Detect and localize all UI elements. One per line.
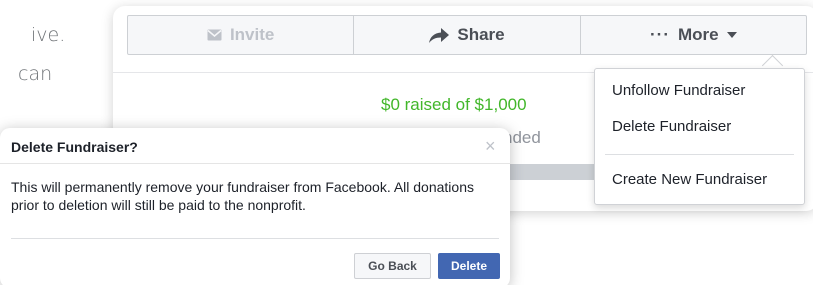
menu-separator xyxy=(605,154,794,155)
share-arrow-icon xyxy=(429,27,450,43)
invite-label: Invite xyxy=(229,25,275,44)
dialog-body-text: This will permanently remove your fundra… xyxy=(11,179,474,213)
dialog-title: Delete Fundraiser? xyxy=(11,139,138,155)
envelope-icon xyxy=(207,29,222,41)
amount-raised-text: $0 raised of $1,000 xyxy=(381,95,527,114)
close-icon[interactable]: × xyxy=(485,136,496,156)
more-button[interactable]: ··· More xyxy=(581,16,806,54)
dialog-header-divider xyxy=(0,163,510,164)
more-dropdown-menu: Unfollow Fundraiser Delete Fundraiser Cr… xyxy=(594,68,805,205)
share-label: Share xyxy=(457,25,505,44)
share-button[interactable]: Share xyxy=(354,16,581,54)
caret-down-icon xyxy=(726,32,737,38)
background-text-line-1: ive. xyxy=(31,24,66,46)
dialog-footer-divider xyxy=(11,238,499,239)
more-label: More xyxy=(678,25,719,44)
menu-item-unfollow-fundraiser[interactable]: Unfollow Fundraiser xyxy=(612,82,745,99)
delete-button[interactable]: Delete xyxy=(438,253,500,279)
menu-item-delete-fundraiser[interactable]: Delete Fundraiser xyxy=(612,118,731,135)
more-dots-icon: ··· xyxy=(650,25,670,44)
invite-button[interactable]: Invite xyxy=(128,16,355,54)
delete-fundraiser-dialog: Delete Fundraiser? × This will permanent… xyxy=(0,128,510,285)
screenshot-stage: ive. can lete Invite Share xyxy=(0,0,813,285)
go-back-button[interactable]: Go Back xyxy=(354,253,431,279)
fundraiser-action-bar: Invite Share ··· More xyxy=(127,15,807,55)
menu-item-create-new-fundraiser[interactable]: Create New Fundraiser xyxy=(612,171,767,188)
background-text-line-2: can xyxy=(18,63,53,85)
